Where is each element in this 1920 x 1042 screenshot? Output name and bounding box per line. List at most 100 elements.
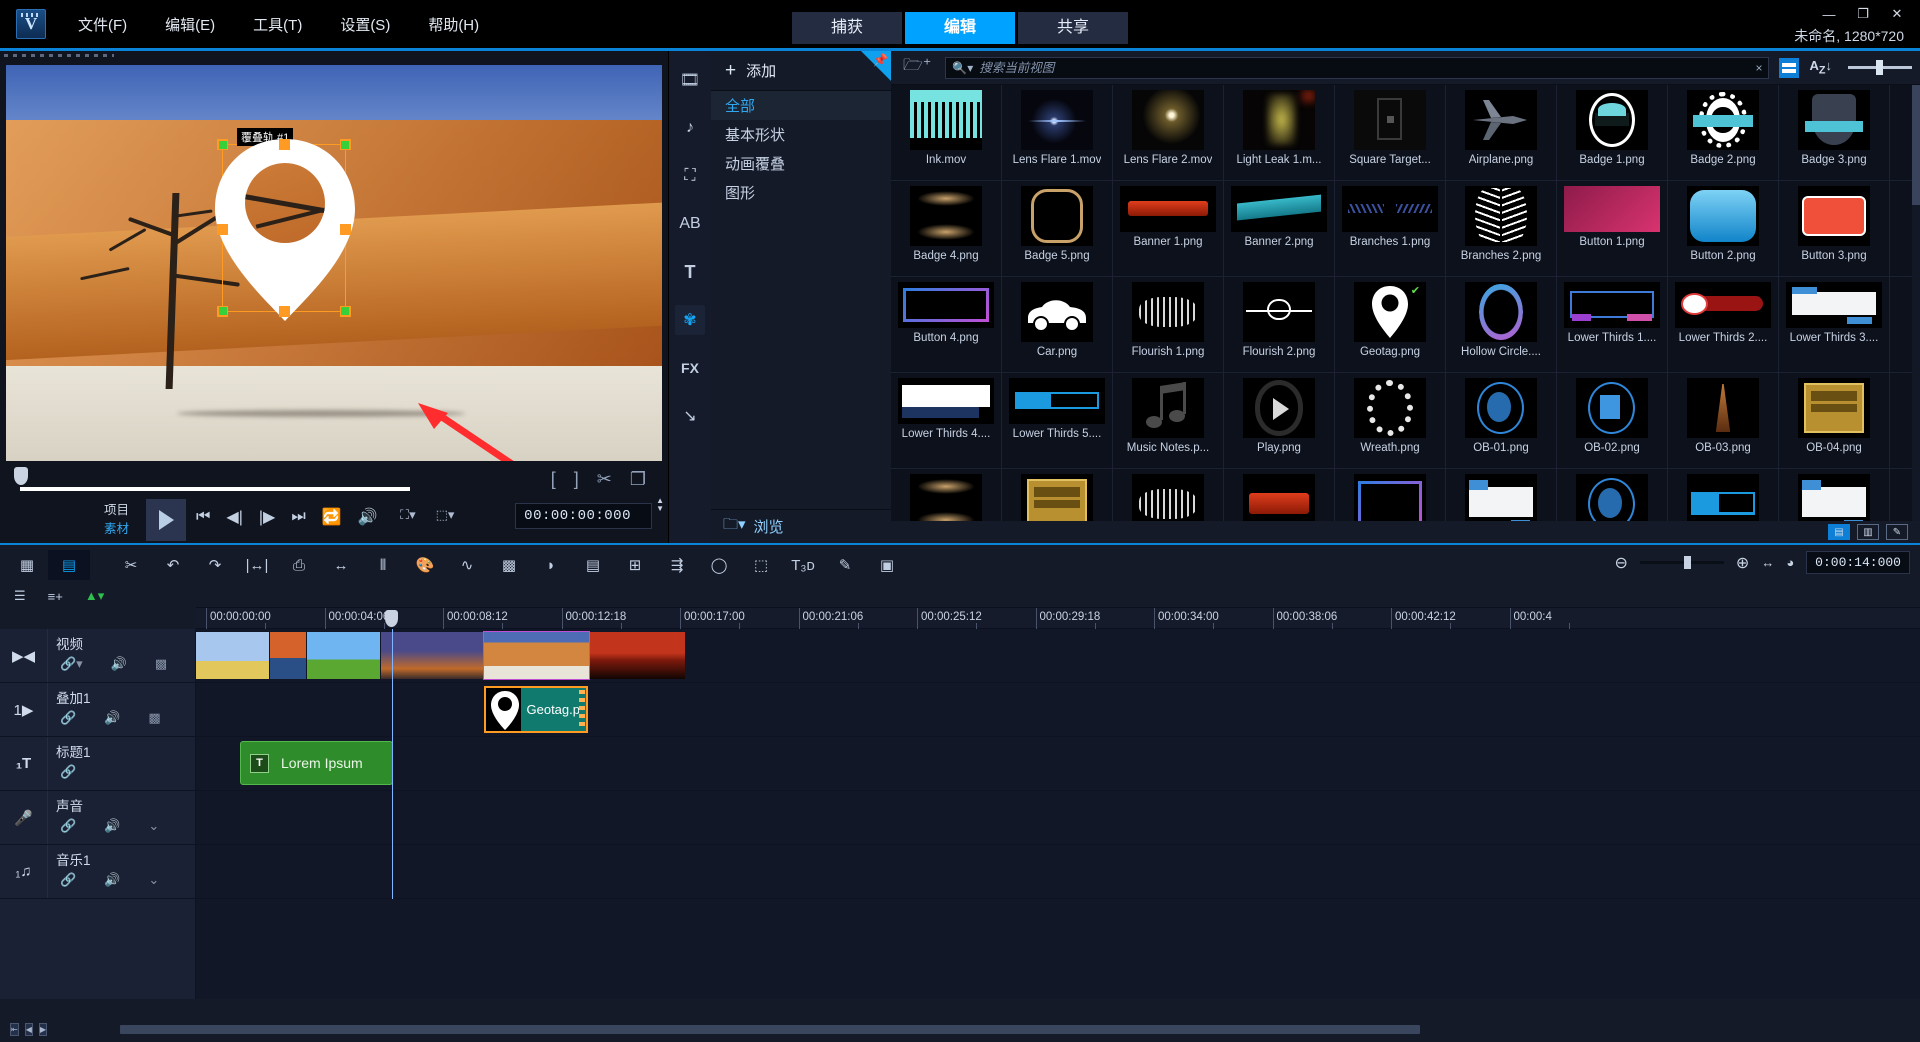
- media-icon[interactable]: 🎞: [675, 65, 705, 95]
- preview-scrubber[interactable]: [ ] ✂ ❐: [8, 467, 660, 493]
- close-icon[interactable]: ✕: [1888, 6, 1906, 22]
- library-item[interactable]: Lower Thirds 3....: [1779, 277, 1890, 372]
- zoom-slider[interactable]: [1639, 556, 1724, 569]
- minimize-icon[interactable]: —: [1820, 7, 1838, 22]
- enlarge-preview-icon[interactable]: ⛶▾: [400, 507, 416, 523]
- library-item[interactable]: Lower Thirds 4....: [891, 373, 1002, 468]
- overlay-selection-box[interactable]: 覆叠轨 #1: [215, 128, 355, 321]
- player-mode-toggle[interactable]: 项目 素材: [104, 501, 129, 539]
- edit-view-icon[interactable]: ✎: [1886, 524, 1908, 540]
- library-item[interactable]: Lens Flare 1.mov: [1002, 85, 1113, 180]
- timeline-clip-selected[interactable]: [483, 631, 590, 680]
- track-manager-icon[interactable]: ☰: [14, 588, 26, 604]
- motion-icon[interactable]: ⇶: [656, 550, 698, 580]
- screen-capture-icon[interactable]: ▣: [866, 550, 908, 580]
- library-item[interactable]: Button 2.png: [1668, 181, 1779, 276]
- chevron-icon[interactable]: ⌄: [148, 872, 159, 888]
- track-header-music1[interactable]: ₁♫ 音乐1 🔗 🔊 ⌄: [0, 845, 196, 898]
- tab-share[interactable]: 共享: [1018, 12, 1128, 44]
- search-box[interactable]: 🔍▾ ×: [945, 56, 1770, 79]
- timeline-clip[interactable]: [270, 632, 306, 679]
- library-item[interactable]: Flourish 1.png: [1113, 277, 1224, 372]
- library-item[interactable]: Lower Thirds 1....: [1557, 277, 1668, 372]
- cut-clip-icon[interactable]: ✂: [597, 469, 612, 490]
- redo-icon[interactable]: ↷: [194, 550, 236, 580]
- prev-frame-icon[interactable]: ◀|: [226, 507, 242, 527]
- library-item[interactable]: [891, 469, 1002, 521]
- library-item[interactable]: Button 4.png: [891, 277, 1002, 372]
- list-view-icon[interactable]: [1779, 57, 1800, 78]
- audio-icon[interactable]: ♪: [675, 113, 705, 143]
- menu-file[interactable]: 文件(F): [72, 10, 133, 39]
- repeat-icon[interactable]: 🔁: [322, 507, 342, 527]
- library-item[interactable]: ✔ Geotag.png: [1335, 277, 1446, 372]
- tab-capture[interactable]: 捕获: [792, 12, 902, 44]
- timecode-spinner[interactable]: ▲ ▼: [656, 497, 664, 513]
- mask-icon[interactable]: ◗: [530, 550, 572, 580]
- library-item[interactable]: [1002, 469, 1113, 521]
- track-header-voice[interactable]: 🎤 声音 🔗 🔊 ⌄: [0, 791, 196, 844]
- browse-button[interactable]: 🗀▾ 浏览: [711, 509, 891, 543]
- grid-icon[interactable]: ⊞: [614, 550, 656, 580]
- mute-pattern-icon[interactable]: ▩: [155, 656, 167, 672]
- category-animated-overlays[interactable]: 动画覆叠: [711, 149, 891, 178]
- library-item[interactable]: OB-04.png: [1779, 373, 1890, 468]
- timeline-clip[interactable]: [307, 632, 380, 679]
- volume-icon[interactable]: 🔊: [104, 872, 120, 888]
- title-clip[interactable]: T Lorem Ipsum: [240, 741, 393, 785]
- track-body-overlay1[interactable]: Geotag.p: [196, 683, 1920, 736]
- library-add-bar[interactable]: + 添加: [711, 51, 891, 91]
- library-item[interactable]: OB-02.png: [1557, 373, 1668, 468]
- go-to-end-icon[interactable]: ⏭: [291, 508, 305, 526]
- resize-handle-b[interactable]: [279, 306, 290, 317]
- track-header-video[interactable]: ▶◀ 视频 🔗▾ 🔊 ▩: [0, 629, 196, 682]
- library-item[interactable]: Light Leak 1.m...: [1224, 85, 1335, 180]
- resize-handle-l[interactable]: [217, 224, 228, 235]
- text-t-icon[interactable]: T: [675, 257, 705, 287]
- import-folder-icon[interactable]: 🗁⁺: [903, 54, 931, 81]
- hscroll-thumb[interactable]: [120, 1024, 1420, 1034]
- subtitle-icon[interactable]: ▤: [572, 550, 614, 580]
- timeline-clip[interactable]: [590, 632, 685, 679]
- restore-icon[interactable]: ❐: [1854, 6, 1872, 22]
- go-to-start-icon[interactable]: ⏮: [196, 508, 210, 526]
- timeline-hscrollbar[interactable]: ⇤ ◀ ▶: [0, 1019, 1920, 1039]
- chevron-icon[interactable]: ⌄: [148, 818, 159, 834]
- fit-timeline-icon[interactable]: ↔: [1761, 555, 1774, 570]
- library-item[interactable]: Lens Flare 2.mov: [1113, 85, 1224, 180]
- zoom-in-icon[interactable]: ⊕: [1736, 553, 1749, 573]
- marker-icon[interactable]: ▲▾: [85, 588, 104, 604]
- scrub-track[interactable]: [20, 487, 410, 491]
- library-item[interactable]: Lower Thirds 5....: [1002, 373, 1113, 468]
- scroll-next-icon[interactable]: ▶: [38, 1022, 48, 1036]
- region-select-icon[interactable]: ⬚▾: [436, 507, 455, 523]
- tab-edit[interactable]: 编辑: [905, 12, 1015, 44]
- track-transparency-icon[interactable]: ◯: [698, 550, 740, 580]
- library-item[interactable]: Badge 1.png: [1557, 85, 1668, 180]
- library-scrollbar[interactable]: [1912, 85, 1920, 521]
- sort-az-icon[interactable]: AZ↓: [1809, 58, 1832, 77]
- zoom-out-icon[interactable]: ⊖: [1615, 553, 1628, 573]
- track-body-voice[interactable]: [196, 791, 1920, 844]
- mix-icon[interactable]: ≡+: [48, 589, 63, 604]
- library-item[interactable]: Badge 3.png: [1779, 85, 1890, 180]
- mute-pattern-icon[interactable]: ▩: [148, 710, 160, 726]
- link-icon[interactable]: 🔗: [60, 818, 76, 834]
- mark-out-icon[interactable]: ]: [574, 469, 579, 490]
- timeline-duration[interactable]: 0:00:14:000: [1806, 551, 1910, 574]
- menu-edit[interactable]: 编辑(E): [159, 10, 221, 39]
- library-item[interactable]: [1224, 469, 1335, 521]
- link-icon[interactable]: 🔗: [60, 872, 76, 888]
- storyboard-view-icon[interactable]: ▦: [6, 550, 48, 580]
- volume-icon[interactable]: 🔊: [111, 656, 127, 672]
- volume-icon[interactable]: 🔊: [104, 818, 120, 834]
- freeze-icon[interactable]: ⬚: [740, 550, 782, 580]
- track-body-video[interactable]: [196, 629, 1920, 682]
- category-basic-shapes[interactable]: 基本形状: [711, 120, 891, 149]
- player-mode-project[interactable]: 项目: [104, 501, 129, 520]
- clear-search-icon[interactable]: ×: [1755, 61, 1762, 75]
- library-item[interactable]: [1779, 469, 1890, 521]
- library-item[interactable]: Branches 2.png: [1446, 181, 1557, 276]
- library-item[interactable]: Button 1.png: [1557, 181, 1668, 276]
- timeline-view-icon[interactable]: ▤: [48, 550, 90, 580]
